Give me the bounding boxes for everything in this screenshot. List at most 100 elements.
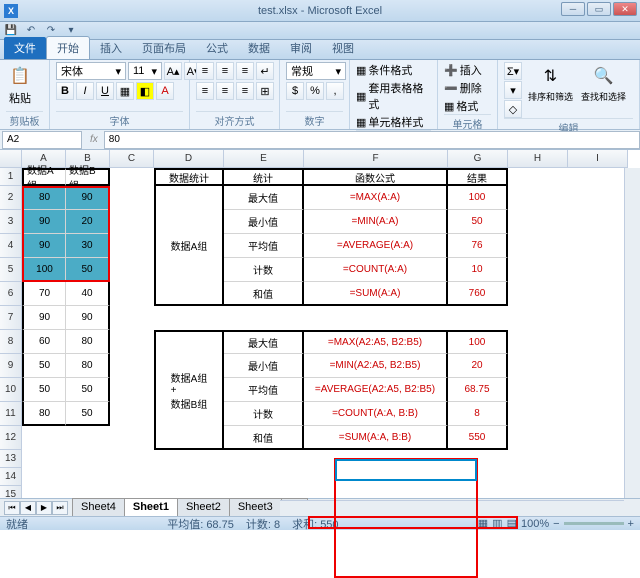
name-box[interactable]: A2 <box>2 131 82 149</box>
cell[interactable]: 数据B组 <box>66 168 110 186</box>
zoom-out[interactable]: − <box>553 518 559 530</box>
cell[interactable]: 数据统计 <box>154 168 224 186</box>
font-select[interactable]: 宋体▾ <box>56 62 126 80</box>
cell[interactable]: 90 <box>22 234 66 258</box>
cell[interactable]: 统计 <box>224 168 304 186</box>
cell[interactable]: 最大值 <box>224 330 304 354</box>
row-header[interactable]: 12 <box>0 426 22 450</box>
save-icon[interactable]: 💾 <box>4 24 18 38</box>
cell[interactable]: =AVERAGE(A:A) <box>304 234 448 258</box>
cell[interactable]: 20 <box>66 210 110 234</box>
col-header[interactable]: D <box>154 150 224 168</box>
row-header[interactable]: 10 <box>0 378 22 402</box>
tab-layout[interactable]: 页面布局 <box>132 37 196 59</box>
cell[interactable]: 50 <box>22 354 66 378</box>
sheet-nav-last[interactable]: ⏭ <box>52 501 68 515</box>
col-header[interactable]: F <box>304 150 448 168</box>
clear-button[interactable]: ◇ <box>504 100 522 118</box>
tab-formula[interactable]: 公式 <box>196 37 238 59</box>
fill-button[interactable]: ◧ <box>136 82 154 100</box>
cell[interactable]: 数据A组 <box>154 186 224 306</box>
numfmt-select[interactable]: 常规▾ <box>286 62 346 80</box>
worksheet-grid[interactable]: ABCDEFGHI 123456789101112131415 数据A组数据B组… <box>0 150 640 508</box>
cell[interactable]: 10 <box>448 258 508 282</box>
grow-font[interactable]: A▴ <box>164 62 182 80</box>
zoom-level[interactable]: 100% <box>521 518 549 530</box>
sheet-tab[interactable]: Sheet3 <box>229 498 282 517</box>
cell[interactable]: 80 <box>66 354 110 378</box>
cell[interactable]: 50 <box>448 210 508 234</box>
select-all[interactable] <box>0 150 22 168</box>
row-header[interactable]: 1 <box>0 168 22 186</box>
cell[interactable]: 80 <box>22 186 66 210</box>
cell[interactable]: 数据A组 <box>22 168 66 186</box>
tab-view[interactable]: 视图 <box>322 37 364 59</box>
wrap-text[interactable]: ↵ <box>256 62 274 80</box>
format-button[interactable]: ▦格式 <box>444 98 478 114</box>
cell[interactable]: =SUM(A:A, B:B) <box>304 426 448 450</box>
cell[interactable]: =MIN(A2:A5, B2:B5) <box>304 354 448 378</box>
close-button[interactable]: ✕ <box>613 2 637 16</box>
currency-button[interactable]: $ <box>286 82 304 100</box>
comma-button[interactable]: , <box>326 82 344 100</box>
cell[interactable]: =MAX(A2:A5, B2:B5) <box>304 330 448 354</box>
cell[interactable]: 20 <box>448 354 508 378</box>
row-header[interactable]: 9 <box>0 354 22 378</box>
zoom-in[interactable]: + <box>628 518 634 530</box>
table-format[interactable]: ▦ 套用表格格式 <box>356 80 431 112</box>
cell[interactable]: 100 <box>448 186 508 210</box>
cell[interactable]: =SUM(A:A) <box>304 282 448 306</box>
row-header[interactable]: 7 <box>0 306 22 330</box>
tab-data[interactable]: 数据 <box>238 37 280 59</box>
cell[interactable]: 结果 <box>448 168 508 186</box>
row-header[interactable]: 2 <box>0 186 22 210</box>
cell[interactable]: 550 <box>448 426 508 450</box>
tab-review[interactable]: 审阅 <box>280 37 322 59</box>
cell[interactable]: 平均值 <box>224 234 304 258</box>
col-header[interactable]: I <box>568 150 628 168</box>
cell[interactable]: =COUNT(A:A) <box>304 258 448 282</box>
cell[interactable]: 最小值 <box>224 354 304 378</box>
row-header[interactable]: 5 <box>0 258 22 282</box>
cell[interactable]: 50 <box>66 378 110 402</box>
cell[interactable]: =MIN(A:A) <box>304 210 448 234</box>
undo-icon[interactable]: ↶ <box>24 24 38 38</box>
cell[interactable]: 90 <box>66 186 110 210</box>
italic-button[interactable]: I <box>76 82 94 100</box>
view-normal-icon[interactable]: ▦ <box>478 517 488 530</box>
align-left[interactable]: ≡ <box>196 82 214 100</box>
cell[interactable]: =MAX(A:A) <box>304 186 448 210</box>
tab-file[interactable]: 文件 <box>4 37 46 59</box>
maximize-button[interactable]: ▭ <box>587 2 611 16</box>
cell[interactable]: 760 <box>448 282 508 306</box>
align-top[interactable]: ≡ <box>196 62 214 80</box>
percent-button[interactable]: % <box>306 82 324 100</box>
align-center[interactable]: ≡ <box>216 82 234 100</box>
cell[interactable]: 最大值 <box>224 186 304 210</box>
cell[interactable]: 76 <box>448 234 508 258</box>
tab-insert[interactable]: 插入 <box>90 37 132 59</box>
row-header[interactable]: 4 <box>0 234 22 258</box>
cell[interactable]: 90 <box>22 306 66 330</box>
cell[interactable]: 最小值 <box>224 210 304 234</box>
underline-button[interactable]: U <box>96 82 114 100</box>
sheet-tab[interactable]: Sheet1 <box>124 498 178 517</box>
insert-button[interactable]: ➕插入 <box>444 62 482 78</box>
tab-home[interactable]: 开始 <box>46 36 90 59</box>
cond-format[interactable]: ▦ 条件格式 <box>356 62 412 78</box>
sheet-nav-next[interactable]: ▶ <box>36 501 52 515</box>
minimize-button[interactable]: ─ <box>561 2 585 16</box>
cell[interactable]: 90 <box>66 306 110 330</box>
paste-button[interactable]: 📋粘贴 <box>6 62 34 108</box>
cell[interactable]: 计数 <box>224 402 304 426</box>
sheet-nav-first[interactable]: ⏮ <box>4 501 20 515</box>
view-layout-icon[interactable]: ▥ <box>492 517 502 530</box>
align-right[interactable]: ≡ <box>236 82 254 100</box>
cell[interactable]: 50 <box>22 378 66 402</box>
col-header[interactable]: G <box>448 150 508 168</box>
row-header[interactable]: 6 <box>0 282 22 306</box>
zoom-slider[interactable] <box>564 522 624 525</box>
fill-down[interactable]: ▾ <box>504 81 522 99</box>
row-header[interactable]: 11 <box>0 402 22 426</box>
row-header[interactable]: 3 <box>0 210 22 234</box>
